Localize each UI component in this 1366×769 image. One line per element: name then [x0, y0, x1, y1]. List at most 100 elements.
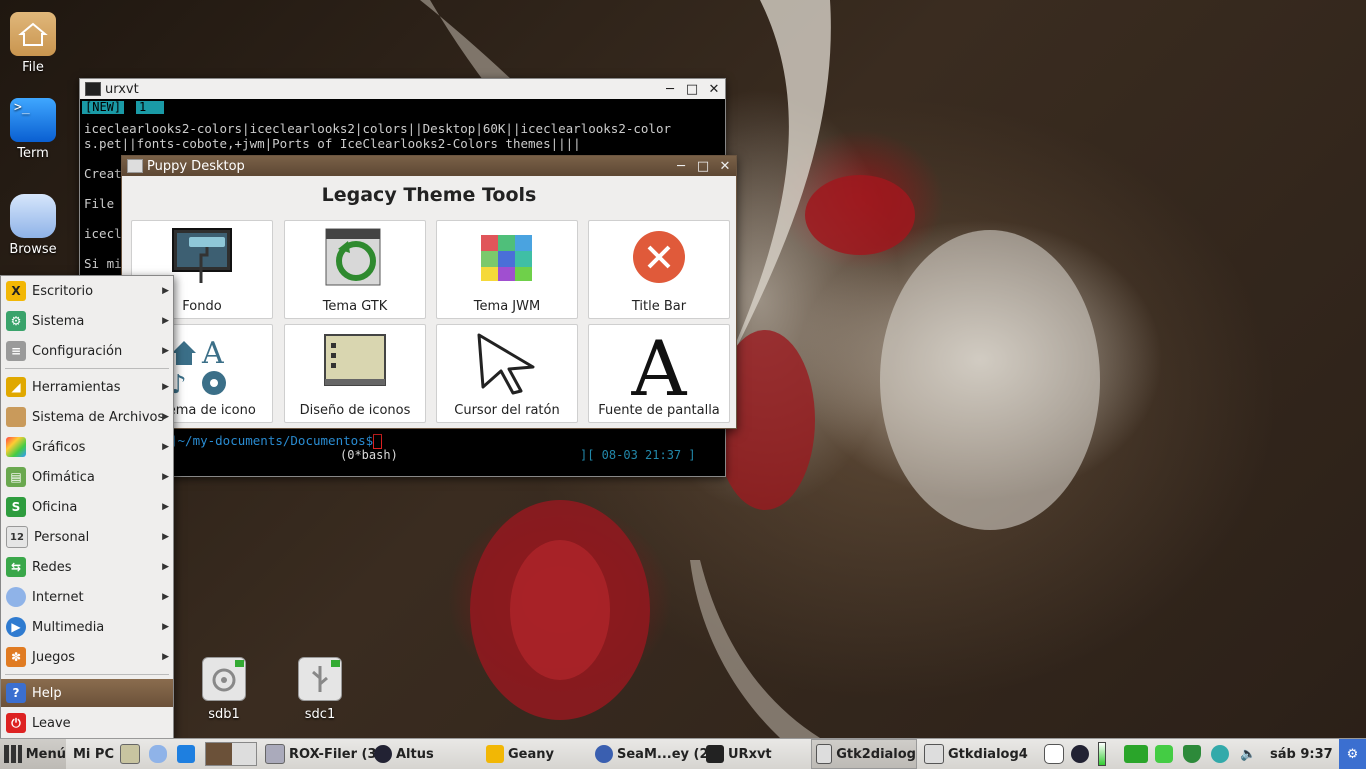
tile-diseno-de-iconos[interactable]: Diseño de iconos: [284, 324, 426, 423]
drive-sdc1[interactable]: sdc1: [292, 657, 348, 722]
close-icon[interactable]: ✕: [703, 82, 725, 97]
menu-item-configuracion[interactable]: ≡ Configuración ▶: [1, 337, 173, 365]
window-icon: [127, 159, 143, 173]
menu-label: Menú: [25, 746, 66, 762]
browser-launch-icon[interactable]: [149, 739, 171, 769]
menu-item-label: Juegos: [32, 649, 76, 665]
desktop-icon-term[interactable]: >_ Term: [0, 98, 66, 161]
altus-tray-icon[interactable]: [1071, 739, 1093, 769]
settings-gear-icon[interactable]: ⚙: [1339, 739, 1366, 769]
close-circle-icon: [633, 231, 685, 283]
task-rox-filer[interactable]: ROX-Filer (3): [265, 739, 382, 769]
urxvt-title: urxvt: [105, 81, 139, 97]
menu-item-help[interactable]: ? Help: [1, 679, 173, 707]
menu-item-sistema-de-archivos[interactable]: Sistema de Archivos ▶: [1, 403, 173, 431]
drive-sdb1[interactable]: sdb1: [196, 657, 252, 722]
shell-prompt[interactable]: ]~/my-documents/Documentos$: [170, 433, 383, 449]
task-label: Altus: [396, 746, 434, 762]
dialog-icon: [816, 744, 833, 764]
thermometer-tray-icon[interactable]: [1098, 739, 1106, 769]
firewall-shield-icon[interactable]: [1183, 739, 1205, 769]
help-icon: ?: [6, 683, 26, 703]
task-label: SeaM...ey (2): [617, 746, 715, 762]
menu-item-sistema[interactable]: ⚙ Sistema ▶: [1, 307, 173, 335]
menu-item-label: Help: [32, 685, 62, 701]
chevron-right-icon: ▶: [162, 442, 169, 452]
menu-item-internet[interactable]: Internet ▶: [1, 583, 173, 611]
task-seamonkey[interactable]: SeaM...ey (2): [595, 739, 714, 769]
clock[interactable]: sáb 9:37: [1270, 739, 1333, 769]
menu-item-label: Gráficos: [32, 439, 86, 455]
color-grid-icon: [481, 235, 532, 281]
cloud-icon: [10, 194, 56, 238]
desktop-icon-browse[interactable]: Browse: [0, 194, 66, 257]
svg-text:A: A: [631, 331, 688, 397]
menu-item-leave[interactable]: ⏻ Leave: [1, 709, 173, 737]
screen-status-bar: (0*bash) ][ 08-03 21:37 ]: [170, 448, 710, 462]
maximize-icon[interactable]: □: [681, 82, 703, 97]
tile-cursor-del-raton[interactable]: Cursor del ratón: [436, 324, 578, 423]
tile-fuente-de-pantalla[interactable]: A Fuente de pantalla: [588, 324, 730, 423]
dialog-titlebar[interactable]: Puppy Desktop ─ □ ✕: [122, 156, 736, 176]
chevron-right-icon: ▶: [162, 652, 169, 662]
terminal-line: icecl: [84, 226, 122, 241]
minimize-icon[interactable]: ─: [659, 82, 681, 97]
mypc-label: Mi PC: [73, 746, 114, 762]
tile-label: Cursor del ratón: [454, 403, 560, 418]
spreadsheet-icon: S: [6, 497, 26, 517]
games-icon: ✽: [6, 647, 26, 667]
menu-item-herramientas[interactable]: ◢ Herramientas ▶: [1, 373, 173, 401]
puppy-desktop-dialog[interactable]: Puppy Desktop ─ □ ✕ Legacy Theme Tools F…: [121, 155, 737, 429]
menu-item-oficina[interactable]: S Oficina ▶: [1, 493, 173, 521]
task-label: URxvt: [728, 746, 772, 762]
volume-icon[interactable]: 🔈: [1240, 739, 1256, 769]
desktop-icon-label: Term: [17, 146, 49, 161]
clipboard-tray-icon[interactable]: [1044, 739, 1068, 769]
desktop-x-icon: X: [6, 281, 26, 301]
close-icon[interactable]: ✕: [714, 159, 736, 174]
terminal-icon: [706, 745, 724, 763]
menu-item-personal[interactable]: 12 Personal ▶: [1, 523, 173, 551]
menu-item-graficos[interactable]: Gráficos ▶: [1, 433, 173, 461]
network-tray-icon[interactable]: [1124, 739, 1152, 769]
task-urxvt[interactable]: URxvt: [706, 739, 772, 769]
tab-new[interactable]: [NEW]: [82, 101, 125, 114]
tile-label: Tema GTK: [322, 299, 388, 314]
update-tray-icon[interactable]: [1211, 739, 1233, 769]
tile-tema-gtk[interactable]: Tema GTK: [284, 220, 426, 319]
menu-item-label: Internet: [32, 589, 84, 605]
chevron-right-icon: ▶: [162, 346, 169, 356]
task-geany[interactable]: Geany: [486, 739, 554, 769]
tab-1[interactable]: 1: [136, 101, 164, 114]
tile-tema-jwm[interactable]: Tema JWM: [436, 220, 578, 319]
task-altus[interactable]: Altus: [374, 739, 434, 769]
rox-filer-icon: [265, 744, 285, 764]
menu-item-multimedia[interactable]: ▶ Multimedia ▶: [1, 613, 173, 641]
workspace-pager[interactable]: [205, 739, 257, 769]
mypc-button[interactable]: Mi PC: [73, 739, 114, 769]
multimedia-play-icon: ▶: [6, 617, 26, 637]
start-menu[interactable]: X Escritorio ▶ ⚙ Sistema ▶ ≡ Configuración ▶ ◢…: [0, 275, 174, 740]
start-menu-button[interactable]: Menú: [0, 739, 66, 769]
maximize-icon[interactable]: □: [692, 159, 714, 174]
urxvt-titlebar[interactable]: urxvt ─ □ ✕: [80, 79, 725, 99]
menu-item-escritorio[interactable]: X Escritorio ▶: [1, 277, 173, 305]
folder-icon: [6, 407, 26, 427]
task-gtkdialog4[interactable]: Gtkdialog4: [924, 739, 1028, 769]
menu-item-juegos[interactable]: ✽ Juegos ▶: [1, 643, 173, 671]
task-gtk2dialog[interactable]: Gtk2dialog: [811, 739, 917, 769]
clock-label: sáb 9:37: [1270, 746, 1333, 762]
geany-icon: [486, 745, 504, 763]
minimize-icon[interactable]: ─: [670, 159, 692, 174]
storage-tray-icon[interactable]: [1155, 739, 1177, 769]
mouse-cursor-icon: [477, 333, 535, 395]
menu-item-redes[interactable]: ⇆ Redes ▶: [1, 553, 173, 581]
show-desktop-icon[interactable]: [120, 739, 144, 769]
font-icon: A: [631, 331, 688, 397]
tile-title-bar[interactable]: Title Bar: [588, 220, 730, 319]
terminal-launch-icon[interactable]: [177, 739, 199, 769]
icon-theme-icon: A ♪: [170, 336, 226, 395]
desktop-icon-file[interactable]: File: [0, 12, 66, 75]
menu-item-ofimatica[interactable]: ▤ Ofimática ▶: [1, 463, 173, 491]
chevron-right-icon: ▶: [162, 502, 169, 512]
